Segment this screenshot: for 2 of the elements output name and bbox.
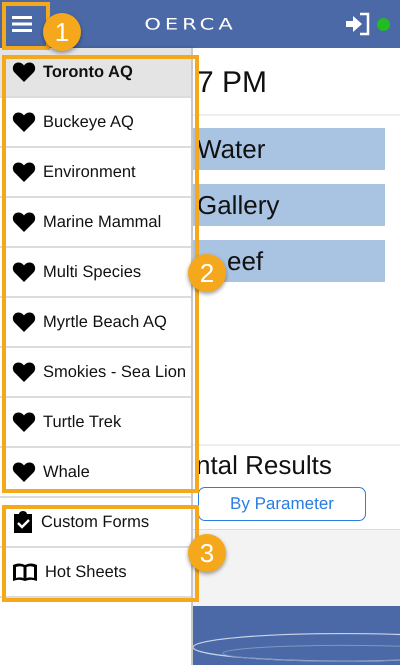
time-text: 7 PM bbox=[193, 48, 400, 116]
app-logo: OERCA bbox=[144, 15, 237, 33]
